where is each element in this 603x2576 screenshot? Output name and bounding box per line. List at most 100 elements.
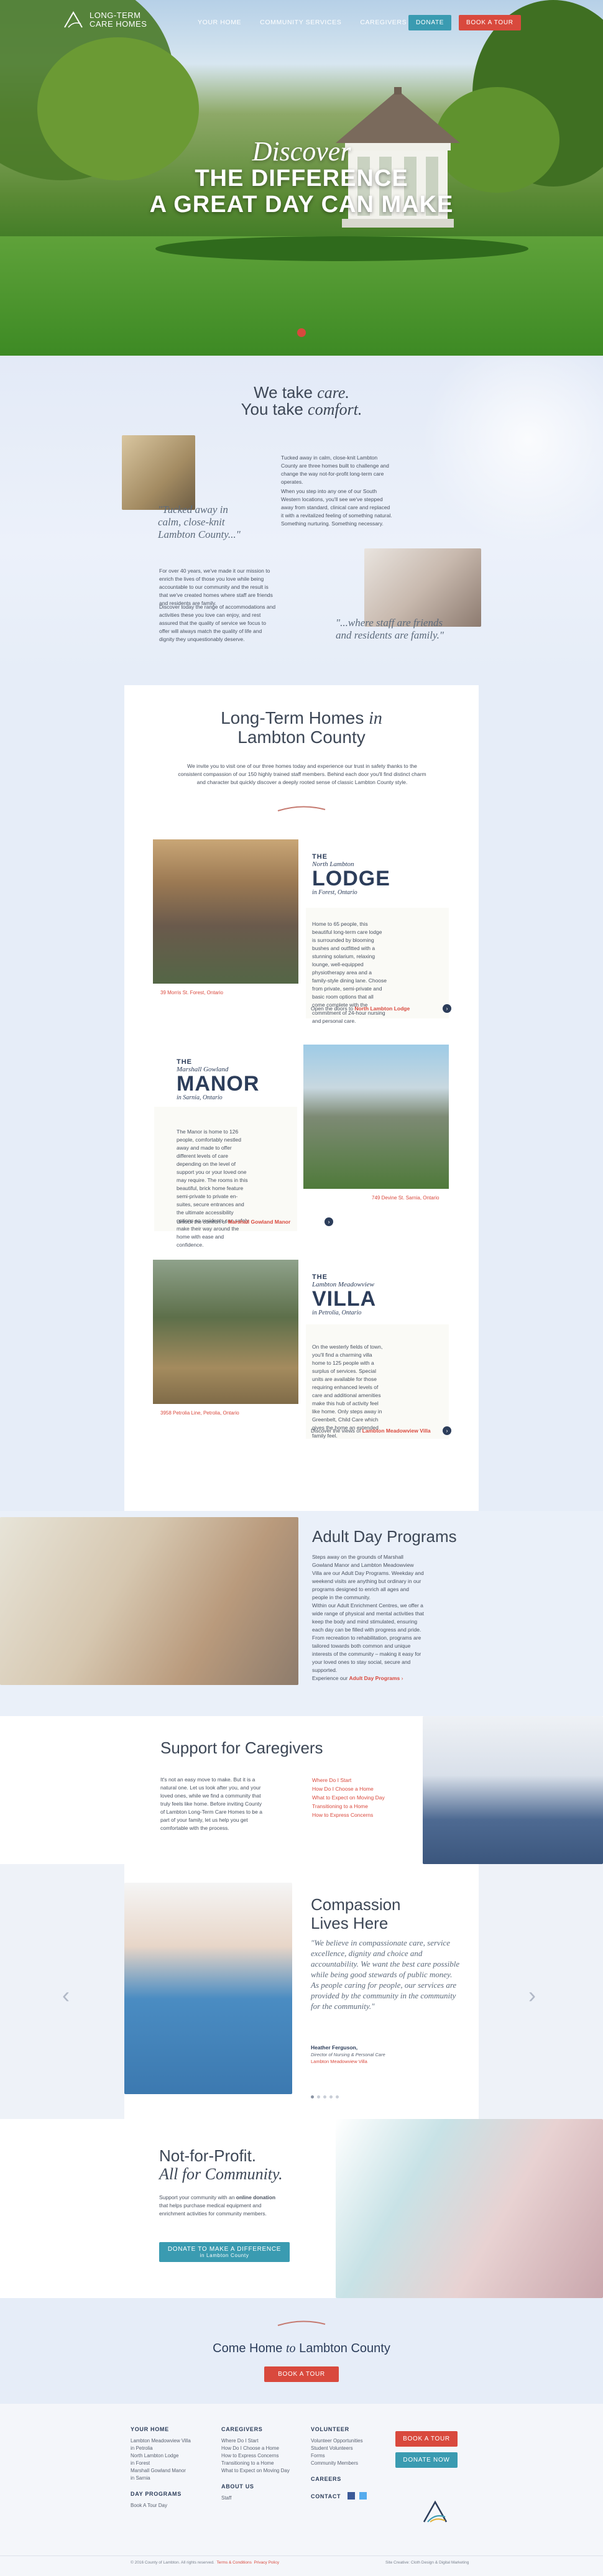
logo-line2: CARE HOMES — [90, 19, 147, 29]
donate-difference-button[interactable]: DONATE TO MAKE A DIFFERENCE in Lambton C… — [159, 2242, 290, 2262]
support-body: It's not an easy move to make. But it is… — [160, 1776, 262, 1831]
footer-link-lodge[interactable]: North Lambton Lodge — [131, 2452, 211, 2460]
privacy-link[interactable]: Privacy Policy — [254, 2560, 278, 2565]
support-link-list: Where Do I Start How Do I Choose a Home … — [312, 1776, 385, 1819]
carousel-prev-icon[interactable]: ‹ — [62, 1982, 70, 2008]
footer-link-choose[interactable]: How Do I Choose a Home — [221, 2445, 302, 2452]
care-para3: For over 40 years, we've made it our mis… — [159, 568, 273, 606]
villa-address: 3958 Petrolia Line, Petrolia, Ontario — [160, 1410, 239, 1416]
lodge-address: 39 Morris St. Forest, Ontario — [160, 990, 223, 995]
support-link-concerns[interactable]: How to Express Concerns — [312, 1811, 385, 1819]
care-title-a: We take — [254, 383, 318, 402]
footer-link-concerns[interactable]: How to Express Concerns — [221, 2452, 302, 2460]
footer-link-start[interactable]: Where Do I Start — [221, 2437, 302, 2445]
hero-line1: Discover — [252, 136, 351, 167]
facebook-icon[interactable] — [347, 2491, 355, 2500]
homes-title-a: Long-Term Homes — [221, 708, 369, 727]
come-home-section: Come Home to Lambton County BOOK A TOUR — [0, 2298, 603, 2404]
site-logo[interactable]: LONG-TERM CARE HOMES — [62, 9, 147, 31]
footer-link-moving-day[interactable]: What to Expect on Moving Day — [221, 2467, 302, 2475]
footer-careers-title[interactable]: CAREERS — [311, 2476, 392, 2482]
couple-photo — [122, 435, 195, 510]
footer-link-forms[interactable]: Forms — [311, 2452, 392, 2460]
carousel-dot[interactable] — [336, 2095, 339, 2098]
donate-button[interactable]: DONATE — [408, 15, 452, 30]
footer-about-title[interactable]: ABOUT US — [221, 2483, 302, 2490]
book-tour-button[interactable]: BOOK A TOUR — [459, 15, 521, 30]
manor-link[interactable]: Unlock the comfort of Marshall Gowland M… — [177, 1219, 290, 1225]
manor-name: THE Marshall Gowland MANOR in Sarnia, On… — [177, 1058, 259, 1101]
lodge-link[interactable]: Open the doors to North Lambton Lodge — [311, 1005, 410, 1012]
carousel-dots — [311, 2095, 339, 2098]
adult-day-section: Adult Day Programs Steps away on the gro… — [0, 1511, 603, 1716]
footer-link-manor[interactable]: Marshall Gowland Manor — [131, 2467, 211, 2475]
footer-book-tour-button[interactable]: BOOK A TOUR — [395, 2431, 458, 2447]
quote-tucked-away: "Tucked away in calm, close-knit Lambton… — [158, 504, 241, 540]
footer-link-opportunities[interactable]: Volunteer Opportunities — [311, 2437, 392, 2445]
footer-contact-title[interactable]: CONTACT — [311, 2493, 341, 2500]
compassion-role: Director of Nursing & Personal Care — [311, 2052, 385, 2057]
adult-day-title: Adult Day Programs — [312, 1527, 457, 1546]
footer-volunteer-title: VOLUNTEER — [311, 2426, 349, 2432]
donation-photo — [336, 2119, 603, 2298]
support-link-choose[interactable]: How Do I Choose a Home — [312, 1784, 385, 1793]
adult-day-link[interactable]: Experience our Adult Day Programs › — [312, 1675, 403, 1681]
carousel-dot[interactable] — [323, 2095, 326, 2098]
footer-link-transition[interactable]: Transitioning to a Home — [221, 2460, 302, 2467]
homes-intro: We invite you to visit one of our three … — [178, 763, 426, 785]
compassion-title2: Lives Here — [311, 1914, 389, 1932]
nfp-title1: Not-for-Profit. — [159, 2146, 257, 2165]
villa-link[interactable]: Discover the views of Lambton Meadowview… — [311, 1428, 431, 1434]
adult-day-link-a: Experience our — [312, 1675, 349, 1681]
manor-the: THE — [177, 1058, 192, 1066]
twitter-icon[interactable] — [359, 2491, 367, 2500]
nav-your-home[interactable]: YOUR HOME — [198, 19, 241, 26]
lodge-the: THE — [312, 853, 328, 861]
carousel-dot[interactable] — [329, 2095, 333, 2098]
lodge-arrow-icon[interactable]: › — [443, 1004, 451, 1013]
footer-link-staff[interactable]: Staff — [221, 2495, 302, 2502]
footer-credit[interactable]: Site Creative: Cloth Design & Digital Ma… — [385, 2560, 469, 2565]
come-home-em: to — [285, 2342, 296, 2355]
terms-link[interactable]: Terms & Conditions — [217, 2560, 252, 2565]
nav-community-services[interactable]: COMMUNITY SERVICES — [260, 19, 341, 26]
hero-line2: THE DIFFERENCE — [195, 165, 408, 192]
footer-donate-button[interactable]: DONATE NOW — [395, 2452, 458, 2468]
villa-link-a: Discover the views of — [311, 1428, 362, 1434]
footer-link-students[interactable]: Student Volunteers — [311, 2445, 392, 2452]
carousel-dot[interactable] — [311, 2095, 314, 2098]
care-para1: Tucked away in calm, close-knit Lambton … — [281, 455, 389, 485]
care-title-b: You take — [241, 400, 308, 418]
manor-arrow-icon[interactable]: › — [325, 1217, 333, 1226]
lodge-photo — [153, 839, 298, 984]
carousel-next-icon[interactable]: › — [528, 1982, 536, 2008]
homes-title-em: in — [369, 709, 382, 728]
footer-logo-icon[interactable] — [420, 2497, 450, 2527]
nfp-title: Not-for-Profit. All for Community. — [159, 2146, 283, 2184]
nav-caregivers[interactable]: CAREGIVERS — [360, 19, 407, 26]
support-link-start[interactable]: Where Do I Start — [312, 1776, 385, 1784]
come-home-book-tour-button[interactable]: BOOK A TOUR — [264, 2366, 339, 2382]
scroll-down-button[interactable] — [297, 328, 306, 337]
footer-link-book-day[interactable]: Book A Tour Day — [131, 2502, 211, 2509]
footer-manor-loc: in Sarnia — [131, 2475, 150, 2481]
care-heading: We take care. You take comfort. — [224, 384, 379, 418]
background-portrait — [417, 356, 603, 542]
nfp-body-a: Support your community with an — [159, 2194, 236, 2200]
villa-arrow-icon[interactable]: › — [443, 1426, 451, 1435]
lodge-title: LODGE — [312, 867, 390, 890]
decorative-swoosh — [277, 806, 326, 811]
villa-title: VILLA — [312, 1287, 377, 1311]
lodge-name: THE North Lambton LODGE in Forest, Ontar… — [312, 853, 390, 896]
footer-link-villa[interactable]: Lambton Meadowview Villa — [131, 2437, 211, 2445]
copyright-text: © 2016 County of Lambton. All rights res… — [131, 2560, 214, 2565]
support-link-moving-day[interactable]: What to Expect on Moving Day — [312, 1793, 385, 1802]
footer-link-community[interactable]: Community Members — [311, 2460, 392, 2467]
carousel-dot[interactable] — [317, 2095, 320, 2098]
support-link-transition[interactable]: Transitioning to a Home — [312, 1802, 385, 1811]
site-footer: YOUR HOME Lambton Meadowview Villa in Pe… — [0, 2404, 603, 2576]
footer-villa-loc: in Petrolia — [131, 2445, 153, 2451]
footer-copyright: © 2016 County of Lambton. All rights res… — [131, 2560, 279, 2565]
manor-photo — [303, 1045, 449, 1189]
manor-link-b: Marshall Gowland Manor — [228, 1219, 291, 1225]
